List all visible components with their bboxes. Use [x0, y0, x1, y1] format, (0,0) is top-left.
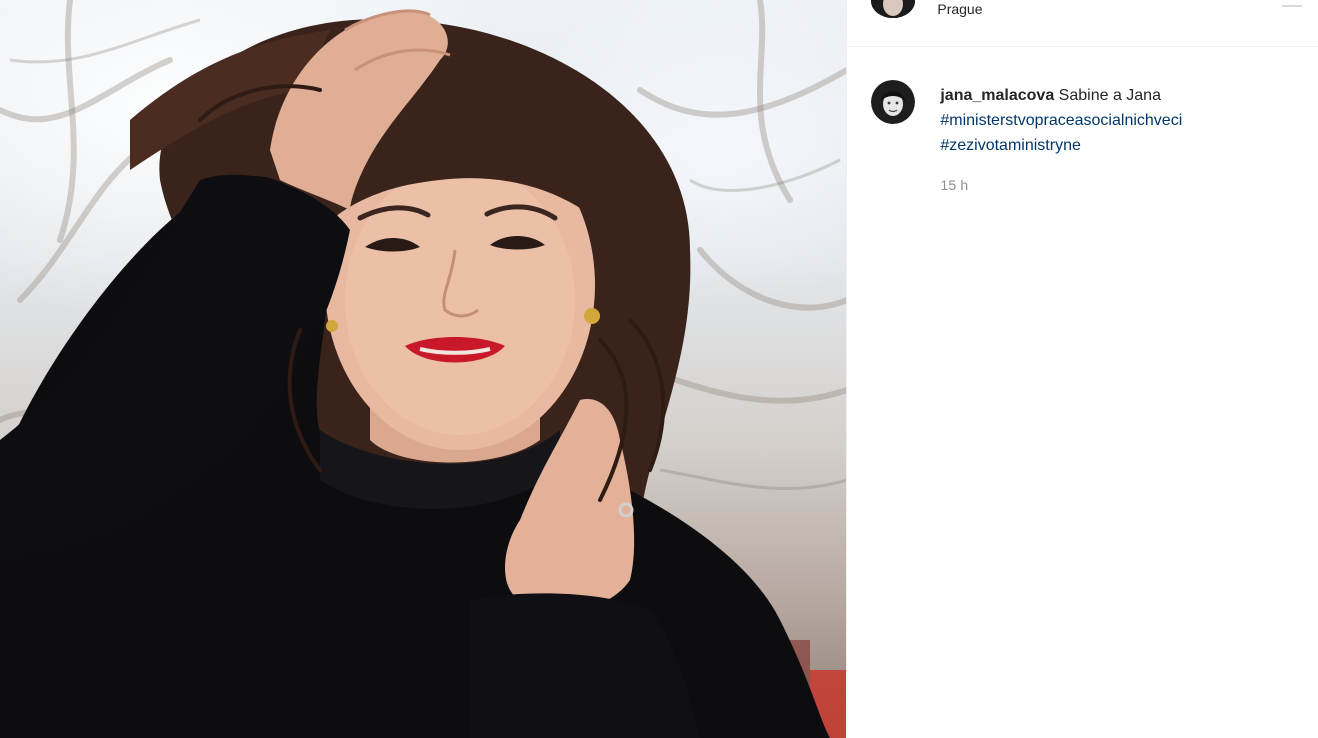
- photo-illustration: [0, 0, 847, 738]
- more-options-icon[interactable]: [1282, 0, 1303, 7]
- avatar-image: [871, 0, 916, 18]
- hashtag-link[interactable]: #ministerstvopraceasocialnichveci: [940, 112, 1182, 129]
- header-avatar[interactable]: [871, 0, 916, 18]
- avatar-image: [871, 80, 916, 124]
- post-location[interactable]: Prague: [937, 1, 982, 17]
- post-header: Prague: [847, 0, 1318, 47]
- instagram-post-view: Prague jana_malacova Sabine a Jana #mini…: [0, 0, 1318, 738]
- post-photo[interactable]: [0, 0, 847, 738]
- author-username[interactable]: jana_malacova: [940, 87, 1054, 104]
- caption-body: Sabine a Jana: [1058, 87, 1161, 104]
- author-avatar[interactable]: [871, 80, 916, 124]
- hashtag-link[interactable]: #zezivotaministryne: [940, 137, 1081, 154]
- post-sidebar: Prague jana_malacova Sabine a Jana #mini…: [846, 0, 1318, 738]
- caption-text: jana_malacova Sabine a Jana #ministerstv…: [940, 83, 1300, 158]
- post-timestamp[interactable]: 15 h: [940, 177, 968, 193]
